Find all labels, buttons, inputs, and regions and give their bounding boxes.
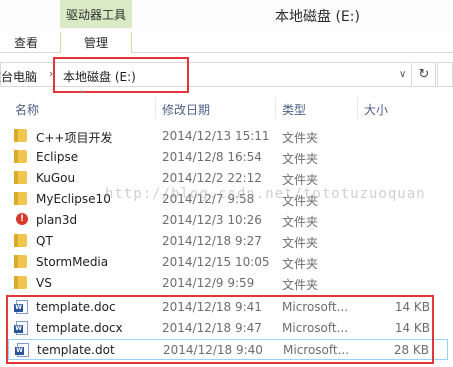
chevron-down-icon[interactable]: ∨ <box>399 69 406 80</box>
file-type: 文件夹 <box>282 236 319 250</box>
ribbon-tabs: 查看 管理 <box>0 32 453 54</box>
drive-tools-context-tab[interactable]: 驱动器工具 <box>60 0 132 28</box>
list-item[interactable]: QT 2014/12/18 9:27 文件夹 <box>8 231 448 252</box>
file-name: StormMedia <box>36 255 109 269</box>
window-title: 本地磁盘 (E:) <box>275 9 360 25</box>
breadcrumb-this-pc[interactable]: 这台电脑 <box>0 68 37 85</box>
column-header: 名称 修改日期 类型 大小 <box>0 97 453 121</box>
list-item[interactable]: Eclipse 2014/12/8 16:54 文件夹 <box>8 147 448 168</box>
file-name: MyEclipse10 <box>36 192 111 206</box>
address-highlight-box <box>53 57 189 93</box>
file-type: 文件夹 <box>282 215 319 229</box>
warning-folder-icon: ! <box>16 213 28 225</box>
list-item[interactable]: ! plan3d 2014/12/3 10:26 文件夹 <box>8 210 448 231</box>
file-date: 2014/12/3 10:26 <box>162 213 262 227</box>
folder-icon <box>14 150 27 163</box>
file-date: 2014/12/15 10:05 <box>162 255 270 269</box>
folder-icon <box>14 234 27 247</box>
column-date[interactable]: 修改日期 <box>162 101 210 118</box>
file-name: QT <box>36 234 53 248</box>
file-type: 文件夹 <box>282 152 319 166</box>
column-divider[interactable] <box>357 97 358 119</box>
refresh-button[interactable]: ↻ <box>413 62 436 87</box>
title-bar: 驱动器工具 本地磁盘 (E:) <box>0 0 453 32</box>
tab-view[interactable]: 查看 <box>6 32 46 53</box>
files-highlight-box <box>6 295 434 364</box>
file-name: VS <box>36 276 52 290</box>
column-name[interactable]: 名称 <box>15 101 39 118</box>
file-date: 2014/12/18 9:27 <box>162 234 262 248</box>
column-divider[interactable] <box>275 97 276 119</box>
file-name: C++项目开发 <box>36 131 113 145</box>
folder-icon <box>14 255 27 268</box>
list-item[interactable]: VS 2014/12/9 9:59 文件夹 <box>8 273 448 294</box>
file-name: Eclipse <box>36 150 79 164</box>
file-name: KuGou <box>36 171 76 185</box>
folder-icon <box>14 129 27 142</box>
tab-manage[interactable]: 管理 <box>60 32 132 54</box>
folder-icon <box>14 192 27 205</box>
file-type: 文件夹 <box>282 278 319 292</box>
column-divider[interactable] <box>155 97 156 119</box>
file-date: 2014/12/2 22:12 <box>162 171 262 185</box>
search-input[interactable] <box>437 62 453 87</box>
watermark-text: http://blog.csdn.net/tototuzuoquan <box>105 186 426 202</box>
column-type[interactable]: 类型 <box>282 101 306 118</box>
file-type: 文件夹 <box>282 131 319 145</box>
file-date: 2014/12/8 16:54 <box>162 150 262 164</box>
folder-icon <box>14 171 27 184</box>
file-date: 2014/12/9 9:59 <box>162 276 255 290</box>
file-date: 2014/12/13 15:11 <box>162 129 270 143</box>
file-name: plan3d <box>36 213 78 227</box>
folder-icon <box>14 276 27 289</box>
column-size[interactable]: 大小 <box>364 101 388 118</box>
file-type: 文件夹 <box>282 257 319 271</box>
list-item[interactable]: C++项目开发 2014/12/13 15:11 文件夹 <box>8 126 448 147</box>
list-item[interactable]: StormMedia 2014/12/15 10:05 文件夹 <box>8 252 448 273</box>
